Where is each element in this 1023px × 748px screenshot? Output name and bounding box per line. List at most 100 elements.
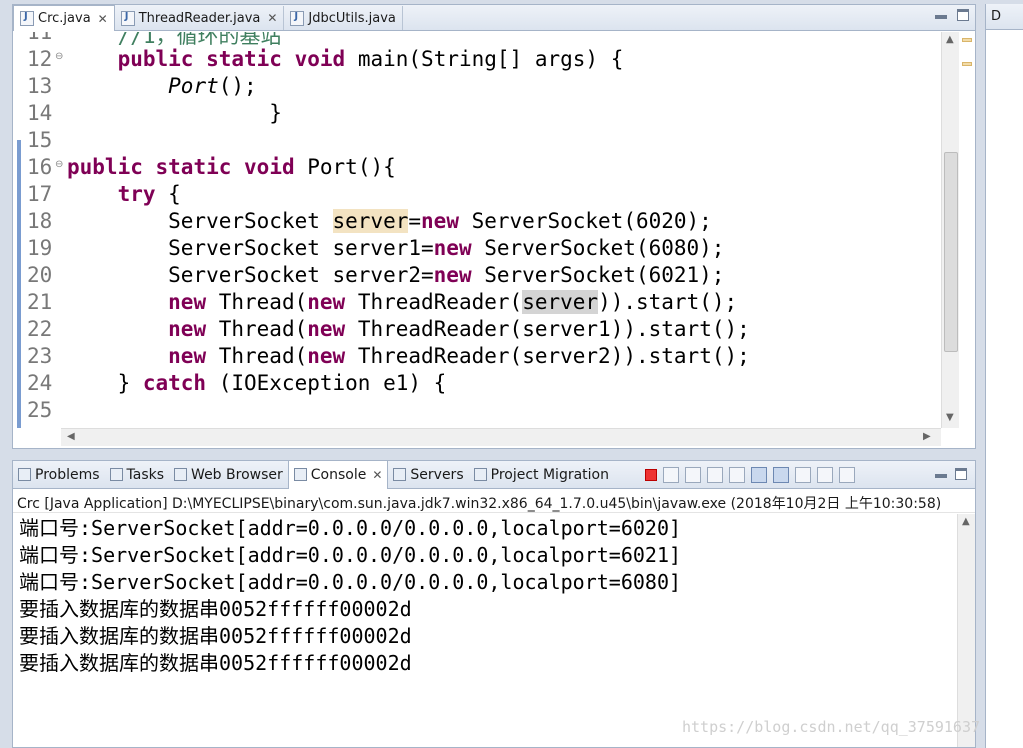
code-line[interactable]: 22 new Thread(new ThreadReader(server1))… [13,317,941,344]
code-line[interactable]: 21 new Thread(new ThreadReader(server)).… [13,290,941,317]
code-line[interactable]: 13 Port(); [13,74,941,101]
overview-ruler [959,32,975,428]
code-line[interactable]: 25 [13,398,941,425]
show-stderr-icon[interactable] [773,467,789,483]
scroll-lock-icon[interactable] [729,467,745,483]
console-view: Problems Tasks Web Browser Console ✕ Ser… [12,460,976,748]
outline-tab-label: D [991,9,1002,24]
tab-label: Tasks [126,466,165,483]
scroll-left-icon[interactable]: ◀ [67,431,75,442]
minimize-icon[interactable] [935,474,947,478]
line-number: 20 [27,263,53,287]
line-number: 24 [27,371,53,395]
close-icon[interactable]: ✕ [372,468,382,482]
maximize-icon[interactable] [955,468,967,480]
close-icon[interactable]: ✕ [98,12,108,26]
line-number: 11 [27,32,53,44]
tab-label: Web Browser [191,466,283,483]
display-console-icon[interactable] [817,467,833,483]
code-line[interactable]: 24 } catch (IOException e1) { [13,371,941,398]
editor-tab-bar: Crc.java ✕ ThreadReader.java ✕ JdbcUtils… [13,5,975,31]
code-line[interactable]: 23 new Thread(new ThreadReader(server2))… [13,344,941,371]
console-launch-description: Crc [Java Application] D:\MYECLIPSE\bina… [13,489,975,513]
show-stdout-icon[interactable] [751,467,767,483]
tab-label: Project Migration [490,466,609,483]
console-output-line: 端口号:ServerSocket[addr=0.0.0.0/0.0.0.0,lo… [19,570,682,594]
occurrence-marker[interactable] [962,62,972,66]
console-toolbar [645,467,855,483]
project-migration-icon [473,468,487,481]
scroll-down-icon[interactable]: ▼ [946,412,954,423]
close-icon[interactable]: ✕ [267,11,277,25]
remove-launch-icon[interactable] [663,467,679,483]
tab-label: JdbcUtils.java [308,10,396,26]
code-text: ServerSocket server1=new ServerSocket(60… [67,236,725,260]
terminate-icon[interactable] [645,469,657,481]
code-text: new Thread(new ThreadReader(server1)).st… [168,317,750,341]
line-number: 17 [27,182,53,206]
code-text: ServerSocket server2=new ServerSocket(60… [67,263,725,287]
code-editor: Crc.java ✕ ThreadReader.java ✕ JdbcUtils… [12,4,976,449]
java-file-icon [290,10,305,26]
code-text: ServerSocket server=new ServerSocket(602… [67,209,712,233]
fold-collapse-icon[interactable]: ⊖ [55,51,63,62]
code-line[interactable]: 11 //1，循环的基站 [13,32,941,48]
code-line[interactable]: 19 ServerSocket server1=new ServerSocket… [13,236,941,263]
tab-label: Servers [410,466,464,483]
code-text: new Thread(new ThreadReader(server)).sta… [168,290,738,314]
minimize-icon[interactable] [935,15,947,19]
scroll-right-icon[interactable]: ▶ [923,431,931,442]
tab-console[interactable]: Console ✕ [287,460,389,489]
maximize-icon[interactable] [957,9,969,21]
open-console-icon[interactable] [839,467,855,483]
editor-horizontal-scrollbar[interactable]: ◀ ▶ [61,428,941,446]
clear-console-icon[interactable] [707,467,723,483]
line-number: 21 [27,290,53,314]
occurrence-marker[interactable] [962,38,972,42]
scrollbar-thumb[interactable] [944,152,958,352]
code-line[interactable]: 17 try { [13,182,941,209]
scroll-up-icon[interactable]: ▲ [946,34,954,45]
console-output-line: 端口号:ServerSocket[addr=0.0.0.0/0.0.0.0,lo… [19,516,682,540]
tab-threadreader-java[interactable]: ThreadReader.java ✕ [115,6,285,30]
tab-web-browser[interactable]: Web Browser [169,461,288,489]
ide-window: Crc.java ✕ ThreadReader.java ✕ JdbcUtils… [0,0,1023,748]
tab-jdbcutils-java[interactable]: JdbcUtils.java [284,6,403,30]
line-number: 22 [27,317,53,341]
code-line[interactable]: 16 ⊖ public static void Port(){ [13,155,941,182]
tab-tasks[interactable]: Tasks [105,461,170,489]
fold-collapse-icon[interactable]: ⊖ [55,159,63,170]
web-browser-icon [174,468,188,481]
line-number: 25 [27,398,53,422]
code-text: Port(); [168,74,257,98]
code-line[interactable]: 14 } [13,101,941,128]
code-text-area[interactable]: 11 //1，循环的基站 12 ⊖ public static void main(… [13,32,941,428]
outline-tab[interactable]: D [986,4,1023,30]
problems-icon [18,468,31,481]
line-number: 18 [27,209,53,233]
tab-problems[interactable]: Problems [13,461,105,489]
pin-console-icon[interactable] [795,467,811,483]
view-tab-bar: Problems Tasks Web Browser Console ✕ Ser… [13,460,975,489]
line-number: 19 [27,236,53,260]
line-number: 15 [27,128,53,152]
code-text: } [67,101,282,125]
servers-icon [393,468,407,481]
java-file-icon [120,10,135,26]
tab-servers[interactable]: Servers [388,461,468,489]
console-output[interactable]: 端口号:ServerSocket[addr=0.0.0.0/0.0.0.0,lo… [13,514,957,747]
editor-vertical-scrollbar[interactable]: ▲ ▼ [941,32,959,428]
code-line[interactable]: 12 ⊖ public static void main(String[] arg… [13,47,941,74]
console-vertical-scrollbar[interactable]: ▲ [957,514,975,747]
console-output-line: 要插入数据库的数据串0052ffffff00002d [19,651,412,675]
remove-all-terminated-icon[interactable] [685,467,701,483]
code-line[interactable]: 20 ServerSocket server2=new ServerSocket… [13,263,941,290]
tab-project-migration[interactable]: Project Migration [469,461,614,489]
tab-label: Crc.java [38,11,91,26]
code-line[interactable]: 15 [13,128,941,155]
console-output-line: 端口号:ServerSocket[addr=0.0.0.0/0.0.0.0,lo… [19,543,682,567]
outline-view: D [985,4,1023,748]
tab-crc-java[interactable]: Crc.java ✕ [13,5,115,31]
scroll-up-icon[interactable]: ▲ [962,516,970,527]
code-line[interactable]: 18 ServerSocket server=new ServerSocket(… [13,209,941,236]
